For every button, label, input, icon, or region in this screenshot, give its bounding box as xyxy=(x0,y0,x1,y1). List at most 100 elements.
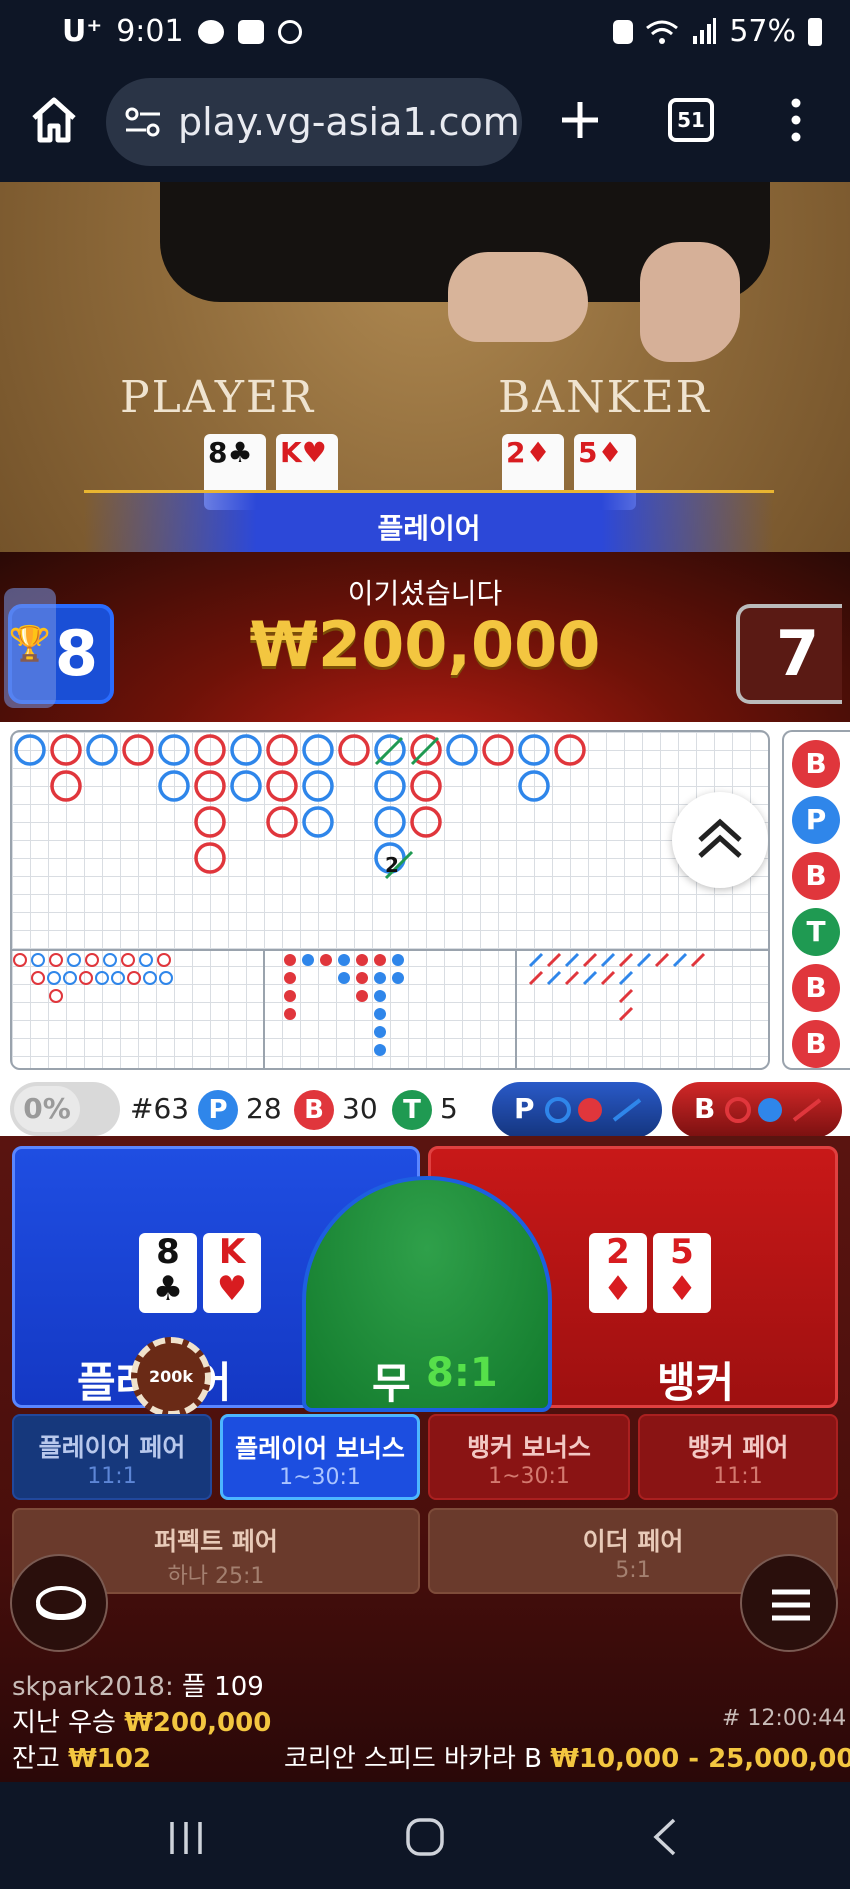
url-text: play.vg-asia1.com/ xyxy=(178,100,522,144)
player-card: K ♥ xyxy=(203,1233,261,1313)
road-marker xyxy=(410,770,442,802)
recents-icon[interactable] xyxy=(166,1818,206,1858)
balance-label: 잔고 xyxy=(12,1744,60,1774)
road-marker xyxy=(356,990,368,1002)
road-marker xyxy=(159,971,173,985)
bet-banker-pair[interactable]: 뱅커 페어 11:1 xyxy=(638,1414,838,1500)
bead-marker: T xyxy=(792,908,840,956)
road-marker xyxy=(410,806,442,838)
road-slash xyxy=(528,970,544,986)
bet-chip[interactable]: 200k xyxy=(131,1337,211,1417)
road-marker xyxy=(356,972,368,984)
chevron-up-icon xyxy=(698,818,742,858)
tie-count-chip: T xyxy=(392,1090,432,1130)
back-icon[interactable] xyxy=(646,1816,686,1858)
bet-tie-odds: 8:1 xyxy=(426,1350,498,1396)
winner-banner: 플레이어 xyxy=(84,490,774,552)
bead-marker: B xyxy=(792,740,840,788)
road-slash xyxy=(564,952,580,968)
road-slash xyxy=(618,970,634,986)
road-slash xyxy=(546,970,562,986)
banker-card: 2 ♦ xyxy=(589,1233,647,1313)
road-marker xyxy=(320,954,332,966)
win-panel: 8 🏆 이기셨습니다 ₩200,000 7 xyxy=(0,552,850,722)
road-marker xyxy=(194,770,226,802)
home-circle-icon[interactable] xyxy=(402,1814,448,1860)
road-marker xyxy=(47,971,61,985)
road-marker xyxy=(518,734,550,766)
road-marker xyxy=(374,972,386,984)
road-slash xyxy=(690,952,706,968)
road-marker xyxy=(302,954,314,966)
bead-road: B P B T B B xyxy=(782,730,850,1070)
live-video: PLAYER BANKER 8♣ K♥ 2♦ 5♦ 플레이어 8 🏆 이기셨습니… xyxy=(0,182,850,722)
bead-marker: B xyxy=(792,964,840,1012)
road-slash xyxy=(582,970,598,986)
last-bet-value: 109 xyxy=(214,1672,264,1702)
last-win-amount: ₩200,000 xyxy=(124,1708,272,1738)
dealer-hand xyxy=(640,242,740,362)
road-slash xyxy=(618,988,634,1004)
road-marker xyxy=(85,953,99,967)
hamburger-icon xyxy=(772,1589,810,1621)
road-marker xyxy=(338,954,350,966)
road-marker xyxy=(194,734,226,766)
road-marker xyxy=(67,953,81,967)
bet-player-pair[interactable]: 플레이어 페어 11:1 xyxy=(12,1414,212,1500)
talk-icon xyxy=(197,19,224,44)
menu-button[interactable] xyxy=(740,1554,838,1652)
road-marker xyxy=(392,972,404,984)
road-marker xyxy=(139,953,153,967)
lobby-button[interactable] xyxy=(10,1554,108,1652)
plus-icon[interactable] xyxy=(556,96,604,144)
road-slash xyxy=(546,952,562,968)
road-slash xyxy=(654,952,670,968)
road-marker xyxy=(194,806,226,838)
scroll-up-button[interactable] xyxy=(672,792,768,888)
road-marker xyxy=(302,770,334,802)
road-marker xyxy=(374,954,386,966)
road-marker xyxy=(111,971,125,985)
tune-icon[interactable] xyxy=(124,106,162,138)
player-count: 28 xyxy=(246,1092,282,1125)
tie-mark: 2 xyxy=(385,853,399,877)
ask-preview-icon xyxy=(545,1097,642,1123)
more-icon[interactable] xyxy=(784,96,808,144)
banker-count-chip: B xyxy=(294,1090,334,1130)
road-marker xyxy=(518,770,550,802)
road-marker xyxy=(143,971,157,985)
bet-tie[interactable]: 무 8:1 xyxy=(302,1176,552,1412)
road-marker xyxy=(284,990,296,1002)
player-ask-button[interactable]: P xyxy=(492,1082,662,1138)
table-banker-label: BANKER xyxy=(498,372,711,423)
betting-area: 8♣ K♥ 플레이어 200k 2♦ 5♦ 뱅커 무 8:1 플레이어 페어11… xyxy=(0,1136,850,1782)
percent-toggle[interactable]: 0% xyxy=(10,1082,120,1136)
bead-marker: B xyxy=(792,1020,840,1068)
system-nav-bar xyxy=(0,1782,850,1889)
dealer-hand xyxy=(448,252,588,342)
road-marker xyxy=(157,953,171,967)
road-marker xyxy=(338,972,350,984)
road-slash xyxy=(582,952,598,968)
road-marker xyxy=(356,954,368,966)
tabs-icon[interactable]: 51 xyxy=(668,98,714,142)
road-slash xyxy=(600,952,616,968)
road-marker xyxy=(103,953,117,967)
road-marker xyxy=(122,734,154,766)
road-marker xyxy=(63,971,77,985)
road-marker xyxy=(79,971,93,985)
road-marker xyxy=(374,1008,386,1020)
banker-ask-button[interactable]: B xyxy=(672,1082,842,1138)
road-marker xyxy=(49,989,63,1003)
road-marker xyxy=(50,734,82,766)
bet-player-bonus[interactable]: 플레이어 보너스 1~30:1 xyxy=(220,1414,420,1500)
road-marker xyxy=(266,734,298,766)
address-bar[interactable]: play.vg-asia1.com/ xyxy=(106,78,522,166)
bead-marker: B xyxy=(792,852,840,900)
road-marker xyxy=(230,770,262,802)
bet-banker-bonus[interactable]: 뱅커 보너스 1~30:1 xyxy=(428,1414,630,1500)
home-icon[interactable] xyxy=(28,94,80,146)
road-marker xyxy=(194,842,226,874)
bet-banker-label: 뱅커 xyxy=(657,1358,735,1407)
battery-icon xyxy=(808,17,822,46)
